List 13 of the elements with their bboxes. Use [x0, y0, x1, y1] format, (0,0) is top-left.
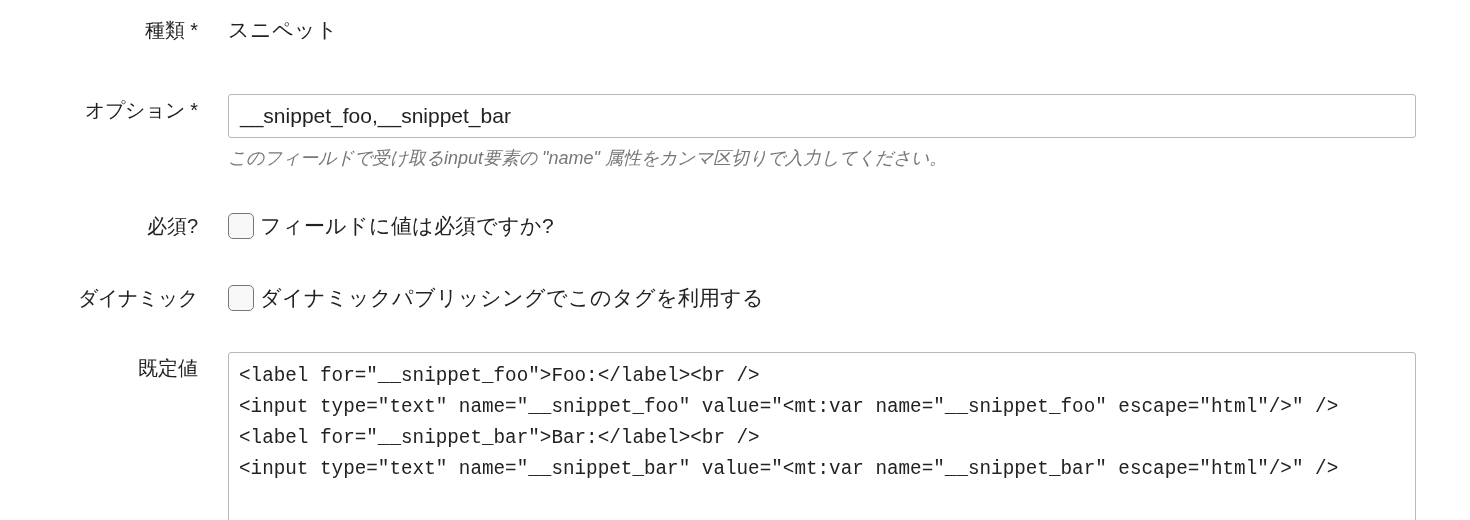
checkbox-label[interactable]: フィールドに値は必須ですか?	[260, 212, 554, 240]
field-label: 種類 *	[144, 18, 198, 43]
field-label: オプション *	[84, 98, 198, 123]
checkbox[interactable]	[228, 285, 254, 311]
type-value: スニペット	[228, 17, 338, 43]
field-label: 必須?	[146, 214, 198, 239]
checkbox[interactable]	[228, 213, 254, 239]
checkbox-label[interactable]: ダイナミックパブリッシングでこのタグを利用する	[260, 284, 764, 312]
field-label: ダイナミック	[78, 286, 198, 311]
default-value-field[interactable]: <label for="__snippet_foo">Foo:</label><br /> <input type="text" name="__snippet_foo" value="<mt:var name="__snippet_foo" escape="html"/>" /> <label for="__snippet_bar">Bar:</label><br /> <input type="text" name="__snippet_bar" value="<mt:var name="__snippet_bar" escape="html"/>" />	[228, 352, 1416, 520]
options-input-field[interactable]: __snippet_foo,__snippet_bar	[228, 94, 1416, 138]
help-text: このフィールドで受け取るinput要素の "name" 属性をカンマ区切りで入力してください。	[228, 147, 947, 170]
field-label: 既定値	[138, 356, 198, 381]
